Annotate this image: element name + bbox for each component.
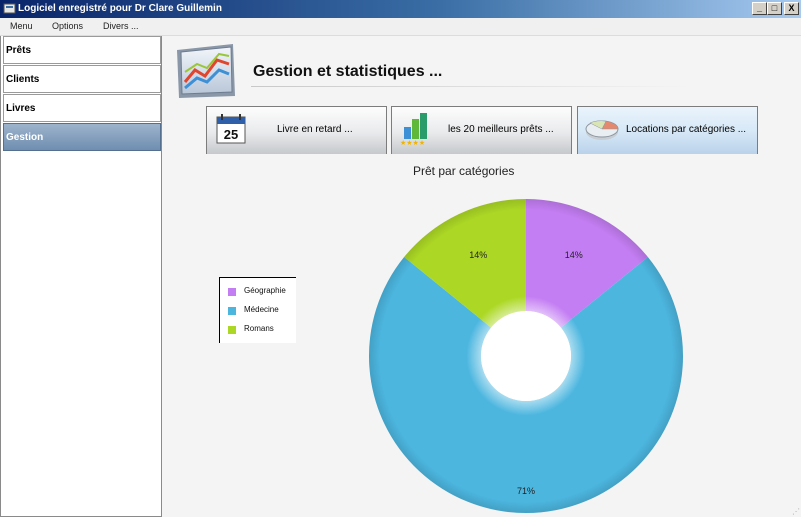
legend-swatch-medecine xyxy=(228,307,236,315)
menu-item-divers[interactable]: Divers ... xyxy=(103,21,139,31)
sidebar: Prêts Clients Livres Gestion xyxy=(0,36,162,517)
legend-swatch-geographie xyxy=(228,288,236,296)
legend-label: Médecine xyxy=(244,305,279,314)
menu-item-options[interactable]: Options xyxy=(52,21,83,31)
resize-grip-icon[interactable]: ⋰ xyxy=(792,507,800,516)
sidebar-item-livres[interactable]: Livres xyxy=(3,94,161,122)
title-bar: Logiciel enregistré pour Dr Clare Guille… xyxy=(0,0,801,18)
donut-hole xyxy=(481,311,571,401)
app-icon xyxy=(3,3,16,14)
main-panel: Gestion et statistiques ... 25 Livre en … xyxy=(163,36,801,517)
minimize-button[interactable]: _ xyxy=(752,2,767,15)
chart-legend: Géographie Médecine Romans xyxy=(219,277,296,343)
window-title: Logiciel enregistré pour Dr Clare Guille… xyxy=(18,3,222,14)
sidebar-item-prets[interactable]: Prêts xyxy=(3,36,161,64)
slice-value-label: 71% xyxy=(517,486,536,496)
sidebar-item-gestion[interactable]: Gestion xyxy=(3,123,161,151)
legend-swatch-romans xyxy=(228,326,236,334)
menu-item-menu[interactable]: Menu xyxy=(10,21,33,31)
slice-value-label: 14% xyxy=(564,249,583,260)
maximize-button[interactable]: □ xyxy=(767,2,782,15)
sidebar-item-clients[interactable]: Clients xyxy=(3,65,161,93)
legend-label: Romans xyxy=(244,324,274,333)
category-chart: Prêt par catégories 14% 71% 14% Géographie… xyxy=(163,36,801,517)
close-button[interactable]: X xyxy=(784,2,799,15)
legend-label: Géographie xyxy=(244,286,286,295)
slice-value-label: 14% xyxy=(469,249,488,260)
menu-bar: Menu Options Divers ... xyxy=(0,18,801,36)
